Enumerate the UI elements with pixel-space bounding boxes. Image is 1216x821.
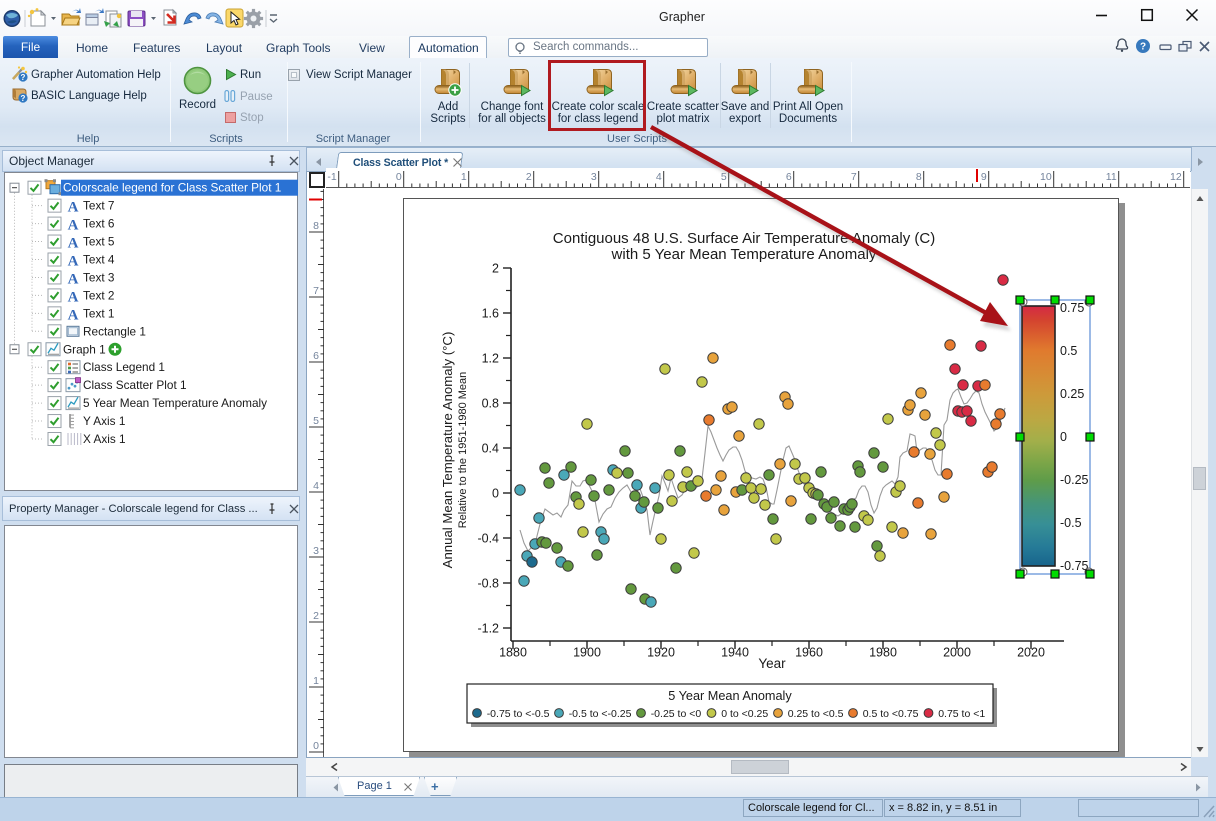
svg-text:1: 1 [461,171,467,183]
svg-text:Colorscale legend for Class Sc: Colorscale legend for Class Scatter Plot… [63,181,281,195]
svg-text:0 to <0.25: 0 to <0.25 [721,708,768,720]
svg-text:0: 0 [313,740,319,752]
svg-text:Text 5: Text 5 [83,235,115,249]
svg-text:Annual Mean Temperature Anomal: Annual Mean Temperature Anomaly (°C) [440,332,455,569]
svg-text:8: 8 [916,171,922,183]
svg-text:A: A [68,289,79,305]
svg-text:1.6: 1.6 [482,307,499,321]
svg-text:1.2: 1.2 [482,352,499,366]
svg-text:4: 4 [313,480,319,492]
svg-text:?: ? [1140,42,1146,53]
svg-text:5: 5 [313,415,319,427]
svg-text:0.75 to <1: 0.75 to <1 [938,708,985,720]
svg-text:0.25: 0.25 [1060,387,1084,401]
svg-text:Contiguous 48 U.S. Surface Air: Contiguous 48 U.S. Surface Air Temperatu… [553,230,935,247]
svg-text:-0.25: -0.25 [1060,473,1089,487]
svg-text:2000: 2000 [943,646,971,660]
svg-text:2: 2 [492,262,499,276]
svg-text:Text 1: Text 1 [83,306,114,320]
svg-text:1920: 1920 [647,646,675,660]
svg-text:-0.8: -0.8 [477,577,499,591]
svg-text:Text 7: Text 7 [83,199,114,213]
svg-text:0.4: 0.4 [482,442,499,456]
svg-text:Class Legend 1: Class Legend 1 [83,360,165,374]
svg-text:A: A [68,271,79,287]
svg-text:A: A [68,307,79,323]
svg-text:-0.5: -0.5 [1060,516,1082,530]
svg-text:Year: Year [758,656,786,671]
svg-text:Y Axis 1: Y Axis 1 [83,414,125,428]
svg-text:4: 4 [656,171,662,183]
svg-text:0.5: 0.5 [1060,344,1077,358]
svg-text:9: 9 [981,171,987,183]
svg-text:with 5 Year Mean Temperature A: with 5 Year Mean Temperature Anomaly [611,246,877,263]
svg-text:10: 10 [1040,171,1052,183]
svg-text:0: 0 [396,171,402,183]
svg-text:7: 7 [851,171,857,183]
svg-text:6: 6 [786,171,792,183]
svg-text:11: 11 [1106,171,1117,183]
svg-text:1940: 1940 [721,646,749,660]
svg-text:-1: -1 [327,171,336,183]
svg-text:5 Year Mean Temperature Anomal: 5 Year Mean Temperature Anomaly [83,396,267,410]
svg-text:5: 5 [721,171,727,183]
svg-text:6: 6 [313,350,319,362]
svg-text:0: 0 [1060,430,1067,444]
svg-text:-0.5 to <-0.25: -0.5 to <-0.25 [569,708,632,720]
svg-text:Text 3: Text 3 [83,270,115,284]
svg-text:3: 3 [591,171,597,183]
svg-text:0.25 to <0.5: 0.25 to <0.5 [788,708,844,720]
svg-text:2: 2 [313,610,319,622]
svg-text:7: 7 [313,285,319,297]
svg-text:-0.75: -0.75 [1060,559,1089,573]
svg-text:0: 0 [492,487,499,501]
svg-text:Graph 1: Graph 1 [63,342,106,356]
svg-text:X Axis 1: X Axis 1 [83,432,126,446]
svg-text:-0.4: -0.4 [477,532,499,546]
svg-text:-1.2: -1.2 [477,622,499,636]
svg-text:5 Year Mean Anomaly: 5 Year Mean Anomaly [668,689,792,703]
svg-text:8: 8 [313,220,319,232]
svg-text:1980: 1980 [869,646,897,660]
svg-text:12: 12 [1170,171,1182,183]
svg-text:0.5 to <0.75: 0.5 to <0.75 [863,708,919,720]
svg-text:A: A [68,200,79,216]
svg-text:-0.25 to <0: -0.25 to <0 [651,708,702,720]
svg-text:Text 6: Text 6 [83,217,115,231]
svg-text:0.75: 0.75 [1060,301,1084,315]
svg-text:1: 1 [313,675,319,687]
svg-text:A: A [68,218,79,234]
svg-text:-0.75 to <-0.5: -0.75 to <-0.5 [487,708,550,720]
svg-text:2: 2 [526,171,532,183]
svg-text:Text 2: Text 2 [83,288,114,302]
svg-text:1960: 1960 [795,646,823,660]
svg-text:Rectangle 1: Rectangle 1 [83,324,146,338]
svg-text:1880: 1880 [499,646,527,660]
svg-text:A: A [68,236,79,252]
svg-text:A: A [68,254,79,270]
svg-text:Relative to the 1951-1980 Mean: Relative to the 1951-1980 Mean [457,372,469,529]
svg-text:2020: 2020 [1017,646,1045,660]
svg-text:Class Scatter Plot 1: Class Scatter Plot 1 [83,378,187,392]
svg-text:1900: 1900 [573,646,601,660]
svg-text:0.8: 0.8 [482,397,499,411]
svg-text:Text 4: Text 4 [83,253,115,267]
svg-text:3: 3 [313,545,319,557]
